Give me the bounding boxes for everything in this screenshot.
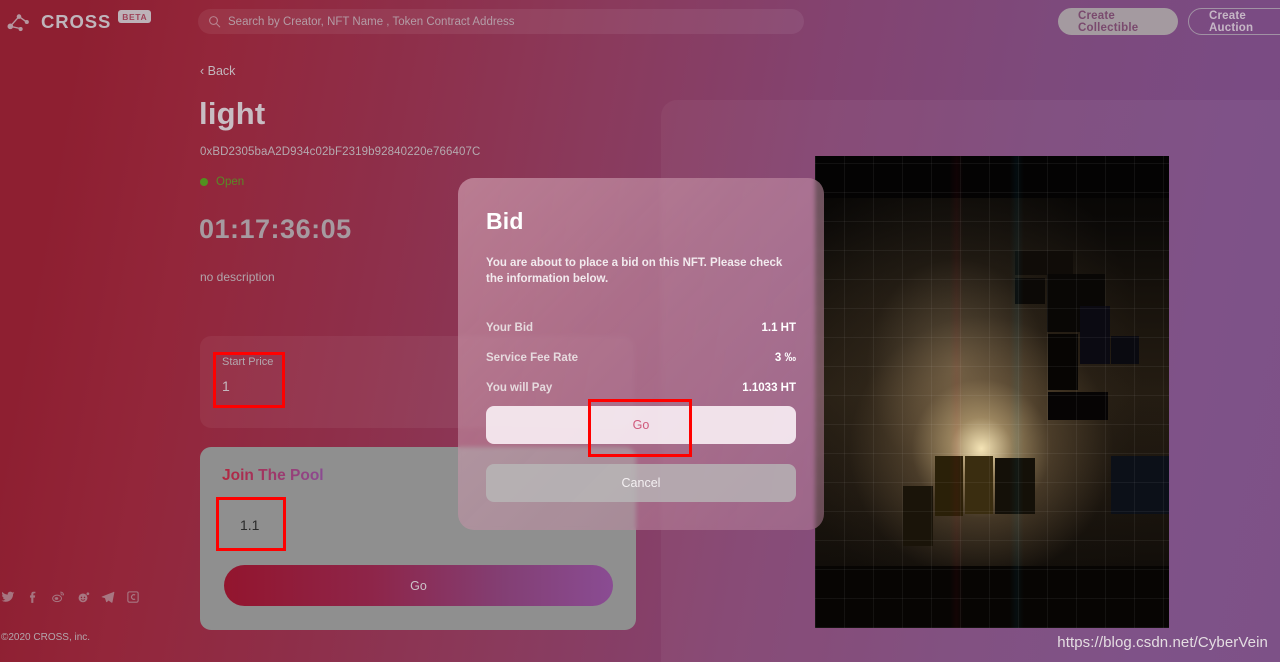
- status-dot-icon: [200, 178, 208, 186]
- artwork-chroma: [815, 156, 1169, 628]
- search-input[interactable]: [228, 15, 804, 28]
- search-bar[interactable]: [198, 9, 804, 34]
- summary-row-key: Your Bid: [486, 322, 534, 334]
- header-actions: Create Collectible Create Auction: [1058, 8, 1280, 35]
- reddit-icon[interactable]: [76, 590, 90, 604]
- summary-row: You will Pay 1.1033 HT: [486, 373, 796, 403]
- pool-go-wrap: Go: [224, 565, 613, 606]
- weibo-icon[interactable]: [51, 590, 65, 604]
- create-auction-button[interactable]: Create Auction: [1188, 8, 1280, 35]
- summary-row-value: 1.1 HT: [761, 322, 796, 334]
- brand-name: CROSS: [41, 11, 112, 32]
- modal-cancel-button[interactable]: Cancel: [486, 464, 796, 502]
- app-header: CROSS BETA Create Collectible Create Auc…: [0, 0, 1280, 44]
- copyright-text: ©2020 CROSS, inc.: [1, 632, 91, 643]
- watermark-text: https://blog.csdn.net/CyberVein: [1057, 634, 1268, 651]
- pool-go-button[interactable]: Go: [224, 565, 613, 606]
- modal-confirm-button[interactable]: Go: [486, 406, 796, 444]
- status-badge: Open: [200, 176, 244, 188]
- nft-artwork-image: [815, 156, 1169, 628]
- beta-badge: BETA: [118, 9, 152, 23]
- footer-social-links: [0, 590, 140, 604]
- countdown-timer: 01:17:36:05: [199, 214, 352, 244]
- facebook-icon[interactable]: [26, 590, 40, 604]
- summary-row: Your Bid 1.1 HT: [486, 313, 796, 343]
- back-link[interactable]: ‹ Back: [200, 64, 235, 78]
- coinmarket-icon[interactable]: [126, 590, 140, 604]
- contract-address: 0xBD2305baA2D934c02bF2319b92840220e76640…: [200, 146, 481, 158]
- start-price-label: Start Price: [222, 356, 274, 368]
- status-label: Open: [216, 176, 245, 188]
- brand-logo[interactable]: CROSS BETA: [6, 9, 153, 35]
- modal-summary-rows: Your Bid 1.1 HT Service Fee Rate 3 ‰ You…: [486, 313, 796, 403]
- bid-modal: Bid You are about to place a bid on this…: [458, 178, 824, 530]
- summary-row: Service Fee Rate 3 ‰: [486, 343, 796, 373]
- create-collectible-button[interactable]: Create Collectible: [1058, 8, 1178, 35]
- search-icon: [209, 16, 221, 28]
- summary-row-key: Service Fee Rate: [486, 352, 579, 364]
- network-nodes-icon: [7, 14, 29, 32]
- join-pool-title: Join The Pool: [222, 467, 324, 484]
- summary-row-value: 3 ‰: [774, 352, 796, 364]
- modal-description: You are about to place a bid on this NFT…: [486, 257, 783, 286]
- telegram-icon[interactable]: [101, 590, 115, 604]
- pool-amount-input[interactable]: [222, 502, 350, 547]
- page-title: light: [199, 96, 266, 131]
- twitter-icon[interactable]: [1, 590, 15, 604]
- nft-description: no description: [200, 270, 275, 284]
- modal-title: Bid: [486, 208, 524, 234]
- start-price-input[interactable]: [222, 378, 342, 394]
- summary-row-key: You will Pay: [486, 382, 553, 394]
- summary-row-value: 1.1033 HT: [742, 382, 796, 394]
- app-root: CROSS BETA Create Collectible Create Auc…: [0, 0, 1280, 662]
